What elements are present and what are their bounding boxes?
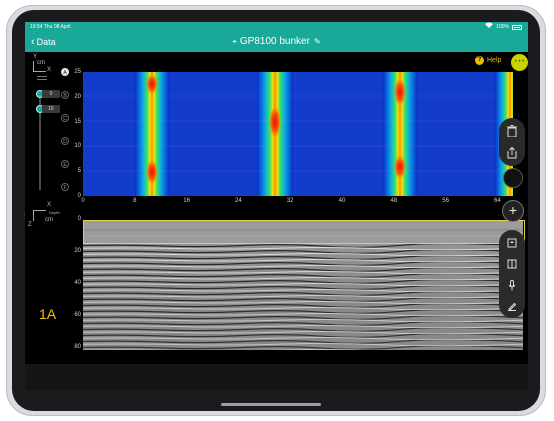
pen-icon[interactable] — [502, 296, 522, 316]
plan-x-tick: 24 — [235, 198, 242, 204]
row-chip-a[interactable]: A — [61, 68, 69, 76]
depth-slider-bottom-value: 16 — [42, 105, 60, 113]
more-button[interactable]: • • • — [511, 54, 528, 71]
plan-x-tick: 0 — [81, 198, 85, 204]
plan-x-tick: 48 — [390, 198, 398, 204]
split-view-icon[interactable] — [502, 254, 522, 274]
plan-x-tick: 16 — [183, 198, 190, 204]
selection-box[interactable] — [83, 220, 525, 244]
trash-icon[interactable] — [502, 121, 522, 141]
home-indicator — [221, 403, 321, 406]
row-chip-b[interactable]: B — [61, 91, 69, 99]
axis-corner — [33, 61, 46, 72]
depth-tick: 60 — [74, 312, 81, 318]
slider-grip — [37, 79, 47, 80]
row-chip-d[interactable]: D — [61, 137, 69, 145]
profile-z-letter: Z — [28, 222, 32, 228]
battery-percent: 100% — [496, 24, 509, 30]
profile-unit-cm: cm — [45, 217, 53, 223]
plan-x-tick: 56 — [442, 198, 449, 204]
status-right: 100% — [485, 22, 522, 32]
wifi-icon — [485, 22, 494, 32]
row-chip-c[interactable]: C — [61, 114, 69, 122]
profile-bottom-margin — [25, 350, 528, 364]
page-title: GP8100 bunker — [239, 36, 310, 47]
depth-tick: 40 — [74, 280, 81, 286]
status-time: 19:54 Thu 08 April — [30, 24, 71, 30]
question-icon: ? — [475, 56, 484, 65]
axis-x-letter: X — [47, 67, 52, 73]
plan-x-tick: 32 — [286, 198, 294, 204]
share-icon[interactable] — [502, 143, 522, 163]
plan-x-tick: 64 — [494, 198, 501, 204]
app-screen: 19:54 Thu 08 April 100% ‹ Data ⌖ GP8100 b… — [25, 22, 528, 390]
help-button[interactable]: ? Help — [475, 56, 501, 65]
battery-icon — [512, 24, 522, 30]
gps-icon: ⌖ — [232, 37, 237, 46]
plan-y-tick: 5 — [77, 168, 81, 175]
profile-x-letter: X — [47, 202, 52, 208]
status-bar: 19:54 Thu 08 April 100% — [25, 22, 528, 32]
plan-x-tick: 40 — [338, 198, 346, 204]
help-label: Help — [487, 57, 502, 64]
line-label: 1A — [39, 306, 57, 322]
nav-bar: ‹ Data ⌖ GP8100 bunker ✎ — [25, 32, 528, 52]
depth-slider-top-value: 0 — [42, 90, 60, 98]
main-area: Y cm X ABCDEF 0 16 25 20 15 10 5 0 0 8 1… — [25, 52, 528, 390]
add-button[interactable]: + — [502, 200, 524, 222]
bottom-toolbar — [25, 364, 528, 390]
flag-icon[interactable] — [502, 233, 522, 253]
tool-panel-top — [499, 118, 525, 166]
plan-x-tick: 8 — [133, 198, 137, 204]
color-picker-button[interactable] — [503, 168, 523, 188]
tool-panel-bottom — [499, 230, 525, 318]
plan-y-tick: 20 — [74, 93, 81, 100]
depth-tick: 20 — [74, 248, 81, 254]
plan-y-tick: 15 — [74, 118, 81, 125]
slider-grip — [37, 76, 47, 77]
microphone-icon[interactable] — [502, 275, 522, 295]
plan-view-heatmap[interactable] — [83, 72, 513, 196]
page-title-container[interactable]: ⌖ GP8100 bunker ✎ — [25, 36, 528, 48]
plan-y-tick: 25 — [74, 69, 81, 75]
row-chip-f[interactable]: F — [61, 183, 69, 191]
edit-icon: ✎ — [313, 37, 321, 46]
plan-y-tick: 10 — [74, 143, 81, 150]
depth-label: Depth — [49, 210, 60, 215]
row-chip-e[interactable]: E — [61, 160, 69, 168]
depth-tick: 0 — [77, 216, 81, 222]
